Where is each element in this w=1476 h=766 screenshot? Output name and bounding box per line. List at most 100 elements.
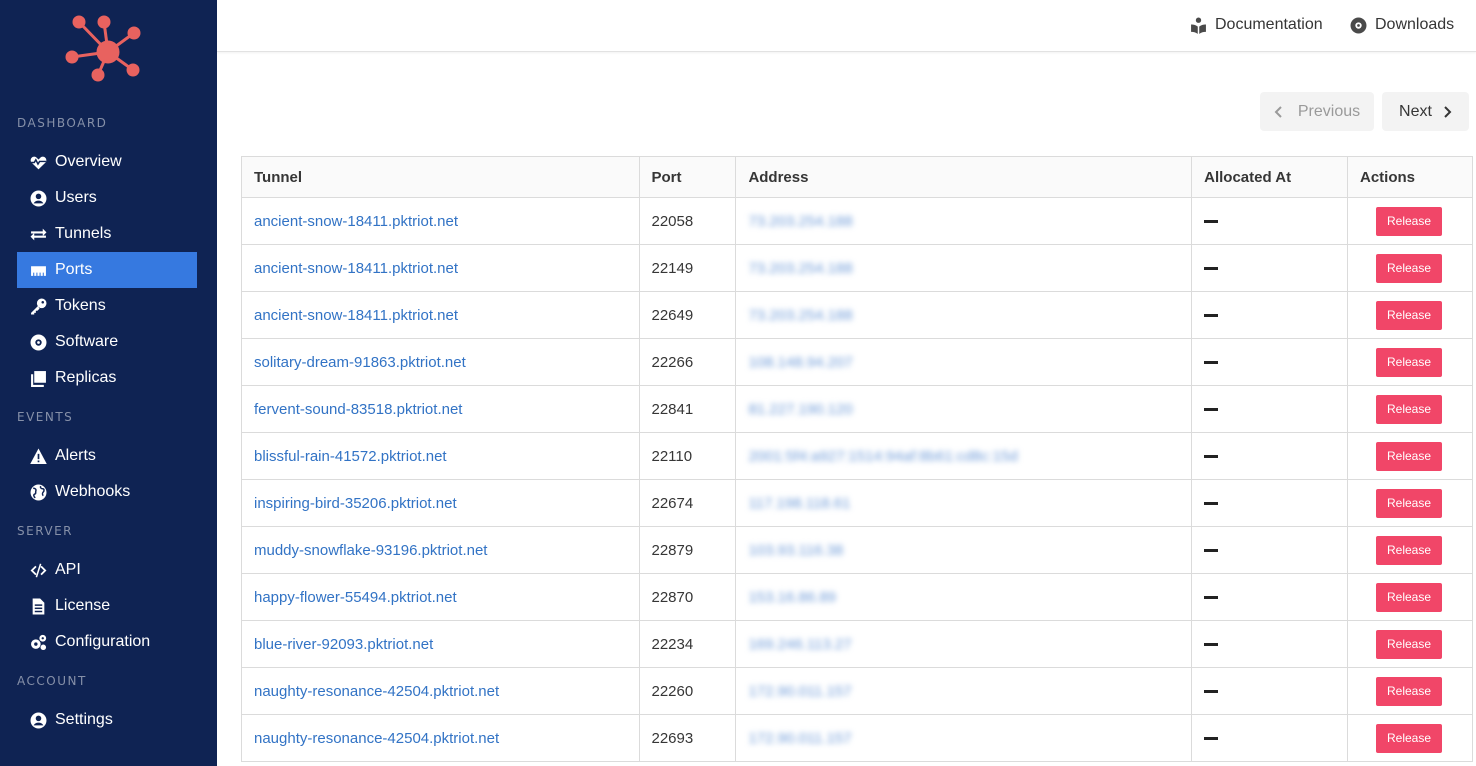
actions-cell: Release <box>1347 291 1473 339</box>
allocated-at-cell <box>1191 526 1348 574</box>
sidebar-item-replicas[interactable]: Replicas <box>17 360 197 396</box>
address-value-blurred: 117.198.118.61 <box>748 494 851 512</box>
tunnel-link[interactable]: inspiring-bird-35206.pktriot.net <box>254 495 457 512</box>
address-value-blurred: 2001:5f4:a927:1514:94af:8b61:cd8c:15d <box>748 447 1018 465</box>
sidebar-item-license[interactable]: License <box>17 588 197 624</box>
tunnel-link[interactable]: naughty-resonance-42504.pktriot.net <box>254 683 499 700</box>
address-value-blurred: 172.90.011.157 <box>748 682 852 700</box>
release-button[interactable]: Release <box>1376 253 1442 283</box>
port-cell: 22841 <box>638 385 737 433</box>
actions-cell: Release <box>1347 432 1473 480</box>
column-header-allocated-at: Allocated At <box>1191 156 1348 198</box>
table-row: ancient-snow-18411.pktriot.net 22058 73.20… <box>241 197 1473 245</box>
release-button[interactable]: Release <box>1376 582 1442 612</box>
empty-dash <box>1204 314 1219 318</box>
address-cell: 172.90.011.157 <box>735 714 1193 762</box>
sidebar-item-label: Software <box>55 333 119 350</box>
sidebar-item-label: Configuration <box>55 633 151 650</box>
release-button[interactable]: Release <box>1376 488 1442 518</box>
port-cell: 22260 <box>638 667 737 715</box>
tunnel-cell: naughty-resonance-42504.pktriot.net <box>241 714 640 762</box>
previous-button[interactable]: Previous <box>1260 92 1374 131</box>
tunnel-cell: ancient-snow-18411.pktriot.net <box>241 244 640 292</box>
table-row: blissful-rain-41572.pktriot.net 22110 2001… <box>241 432 1473 480</box>
tunnel-link[interactable]: muddy-snowflake-93196.pktriot.net <box>254 542 487 559</box>
port-cell: 22058 <box>638 197 737 245</box>
sidebar-item-configuration[interactable]: Configuration <box>17 624 197 660</box>
allocated-at-cell <box>1191 385 1348 433</box>
sidebar-item-software[interactable]: Software <box>17 324 197 360</box>
sidebar-item-tokens[interactable]: Tokens <box>17 288 197 324</box>
release-button[interactable]: Release <box>1376 394 1442 424</box>
sidebar-item-label: Users <box>55 189 97 206</box>
empty-dash <box>1204 596 1219 600</box>
tunnel-cell: inspiring-bird-35206.pktriot.net <box>241 479 640 527</box>
logo-icon[interactable] <box>64 14 144 86</box>
sidebar-item-overview[interactable]: Overview <box>17 144 197 180</box>
sidebar-item-ports[interactable]: Ports <box>17 252 197 288</box>
user-circle-icon <box>29 711 47 729</box>
tunnel-cell: ancient-snow-18411.pktriot.net <box>241 197 640 245</box>
port-cell: 22266 <box>638 338 737 386</box>
tunnel-cell: ancient-snow-18411.pktriot.net <box>241 291 640 339</box>
ethernet-icon <box>29 261 47 279</box>
documentation-link[interactable]: Documentation <box>1190 14 1323 36</box>
tunnel-link[interactable]: happy-flower-55494.pktriot.net <box>254 589 457 606</box>
globe-icon <box>29 483 47 501</box>
sidebar-item-api[interactable]: API <box>17 552 197 588</box>
downloads-link[interactable]: Downloads <box>1350 14 1454 36</box>
address-cell: 73.203.254.188 <box>735 244 1193 292</box>
sidebar-item-tunnels[interactable]: Tunnels <box>17 216 197 252</box>
allocated-at-cell <box>1191 573 1348 621</box>
exchange-icon <box>29 225 47 243</box>
empty-dash <box>1204 408 1219 412</box>
tunnel-link[interactable]: ancient-snow-18411.pktriot.net <box>254 260 458 277</box>
allocated-at-cell <box>1191 244 1348 292</box>
sidebar-item-users[interactable]: Users <box>17 180 197 216</box>
tunnel-link[interactable]: blissful-rain-41572.pktriot.net <box>254 448 447 465</box>
tunnel-cell: happy-flower-55494.pktriot.net <box>241 573 640 621</box>
port-cell: 22879 <box>638 526 737 574</box>
address-cell: 172.90.011.157 <box>735 667 1193 715</box>
port-cell: 22149 <box>638 244 737 292</box>
top-navbar: Documentation Downloads <box>217 0 1476 52</box>
disc-icon <box>29 333 47 351</box>
tunnel-cell: naughty-resonance-42504.pktriot.net <box>241 667 640 715</box>
actions-cell: Release <box>1347 197 1473 245</box>
sidebar-item-alerts[interactable]: Alerts <box>17 438 197 474</box>
table-header-row: Tunnel Port Address Allocated At Actions <box>241 156 1473 198</box>
release-button[interactable]: Release <box>1376 723 1442 753</box>
disc-icon <box>1350 17 1367 33</box>
release-button[interactable]: Release <box>1376 206 1442 236</box>
release-button[interactable]: Release <box>1376 676 1442 706</box>
next-button[interactable]: Next <box>1382 92 1469 131</box>
empty-dash <box>1204 690 1219 694</box>
empty-dash <box>1204 502 1219 506</box>
release-button[interactable]: Release <box>1376 347 1442 377</box>
port-cell: 22234 <box>638 620 737 668</box>
allocated-at-cell <box>1191 432 1348 480</box>
release-button[interactable]: Release <box>1376 300 1442 330</box>
tunnel-link[interactable]: ancient-snow-18411.pktriot.net <box>254 213 458 230</box>
sidebar-item-webhooks[interactable]: Webhooks <box>17 474 197 510</box>
address-cell: 108.148.94.207 <box>735 338 1193 386</box>
address-value-blurred: 153.16.86.89 <box>748 588 837 606</box>
allocated-at-cell <box>1191 338 1348 386</box>
release-button[interactable]: Release <box>1376 441 1442 471</box>
tunnel-link[interactable]: fervent-sound-83518.pktriot.net <box>254 401 462 418</box>
release-button[interactable]: Release <box>1376 629 1442 659</box>
column-header-address: Address <box>735 156 1193 198</box>
allocated-at-cell <box>1191 620 1348 668</box>
code-icon <box>29 561 47 579</box>
sidebar-item-settings[interactable]: Settings <box>17 702 197 738</box>
section-events: EVENTS <box>17 410 74 424</box>
chevron-right-icon <box>1444 105 1452 118</box>
tunnel-link[interactable]: solitary-dream-91863.pktriot.net <box>254 354 466 371</box>
port-cell: 22110 <box>638 432 737 480</box>
table-row: solitary-dream-91863.pktriot.net 22266 108… <box>241 338 1473 386</box>
tunnel-link[interactable]: naughty-resonance-42504.pktriot.net <box>254 730 499 747</box>
tunnel-link[interactable]: blue-river-92093.pktriot.net <box>254 636 433 653</box>
release-button[interactable]: Release <box>1376 535 1442 565</box>
tunnel-cell: solitary-dream-91863.pktriot.net <box>241 338 640 386</box>
tunnel-link[interactable]: ancient-snow-18411.pktriot.net <box>254 307 458 324</box>
